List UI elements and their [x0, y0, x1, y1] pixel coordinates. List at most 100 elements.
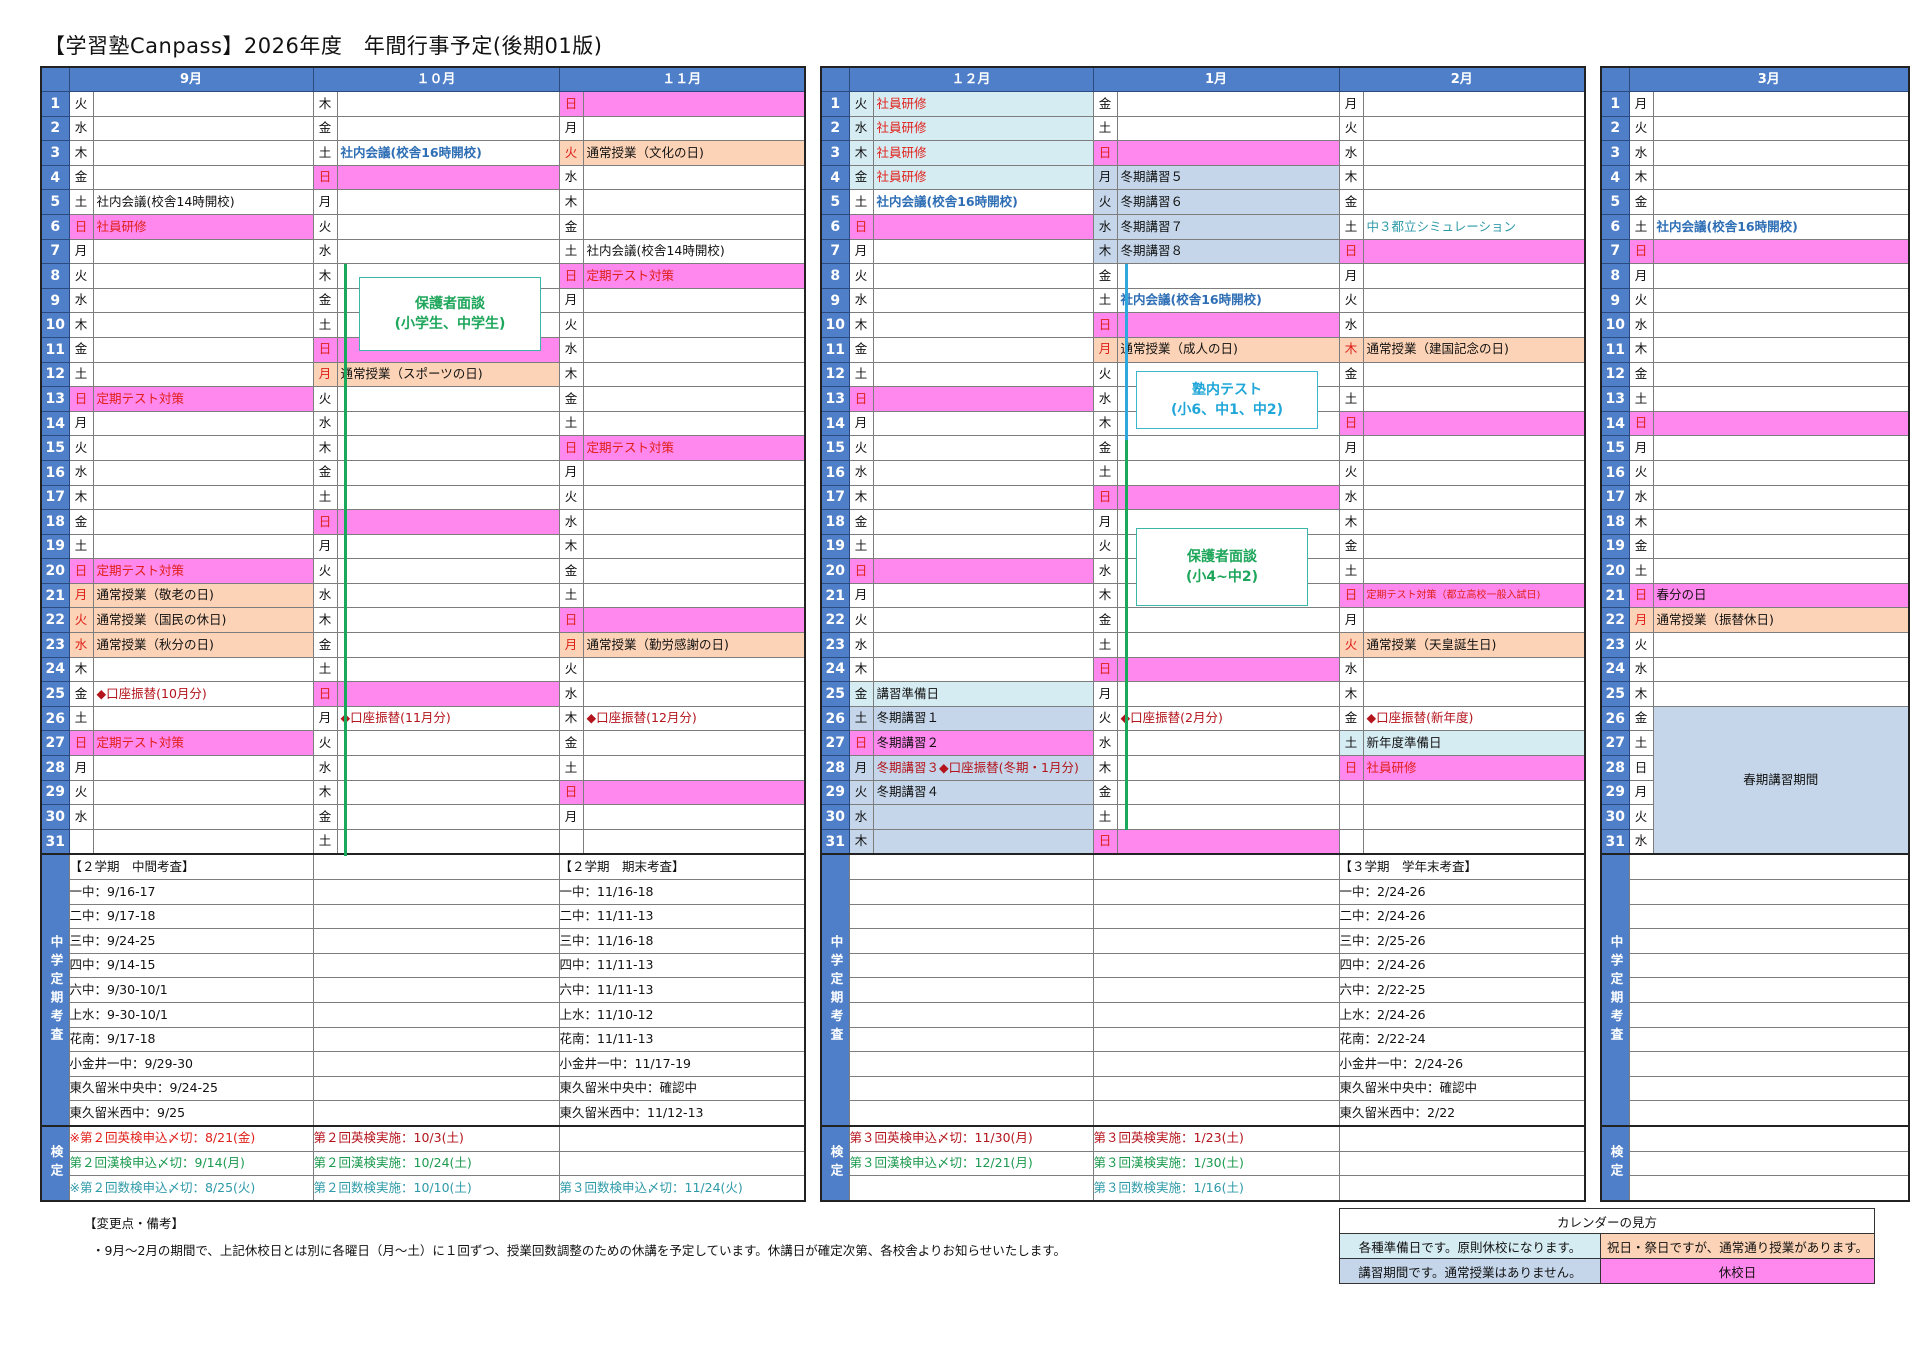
- day-row: 22 火 金 月: [820, 607, 1586, 634]
- weekday-cell: 金: [312, 287, 338, 314]
- exam-schedule-cell: 三中：11/16-18: [558, 928, 806, 954]
- event-cell: 定期テスト対策: [92, 730, 314, 757]
- event-cell: 冬期講習１: [872, 705, 1094, 732]
- event-cell: [1652, 263, 1910, 289]
- day-number: 17: [1600, 484, 1630, 511]
- weekday-cell: 土: [68, 533, 94, 560]
- weekday-cell: 火: [558, 484, 584, 511]
- event-cell: [1652, 558, 1910, 584]
- event-cell: [582, 336, 806, 363]
- exam-schedule-cell: [1092, 879, 1340, 905]
- day-row: 30 水 金 月: [40, 804, 806, 830]
- weekday-cell: 土: [312, 484, 338, 511]
- weekday-cell: 日: [312, 681, 338, 707]
- day-number: 28: [820, 755, 850, 781]
- day-row: 16 火: [1600, 459, 1910, 486]
- event-cell: [336, 164, 560, 191]
- day-number: 24: [820, 656, 850, 683]
- weekday-cell: 月: [1628, 435, 1654, 461]
- day-row: 11 金 月通常授業（成人の日) 木通常授業（建国記念の日): [820, 336, 1586, 363]
- weekday-cell: 月: [1092, 164, 1118, 191]
- weekday-cell: 土: [1092, 287, 1118, 314]
- day-row: 28 月 水 土: [40, 755, 806, 781]
- legend-table: カレンダーの見方 各種準備日です。原則休校になります。 祝日・祭日ですが、通常通…: [1339, 1208, 1875, 1284]
- event-cell: [1116, 681, 1340, 707]
- exam-schedule-cell: [848, 1001, 1094, 1028]
- event-cell: [92, 435, 314, 461]
- event-cell: [336, 730, 560, 757]
- weekday-cell: 水: [1092, 213, 1118, 240]
- event-cell: 通常授業（建国記念の日): [1362, 336, 1586, 363]
- event-cell: [1116, 435, 1340, 461]
- weekday-cell: 金: [1628, 533, 1654, 560]
- event-cell: [1116, 115, 1340, 142]
- event-cell: [1362, 509, 1586, 535]
- day-row: 2 水社員研修土 火: [820, 115, 1586, 142]
- exam-schedule-cell: [1092, 853, 1340, 881]
- day-number: 16: [820, 459, 850, 486]
- spring-course-period: 春期講習期間: [1652, 705, 1910, 855]
- day-row: 14 月 水 土: [40, 410, 806, 437]
- day-number: 19: [1600, 533, 1630, 560]
- event-cell: [336, 755, 560, 781]
- exam-schedule-cell: [312, 1001, 560, 1028]
- event-cell: [582, 164, 806, 191]
- day-row: 22 火通常授業（国民の休日) 木 日: [40, 607, 806, 634]
- event-cell: 定期テスト対策: [92, 386, 314, 412]
- month-header: １０月: [312, 66, 560, 92]
- exam-schedule-cell: 小金井一中：9/29-30: [68, 1051, 314, 1077]
- exam-schedule-cell: [1628, 1001, 1910, 1028]
- event-cell: [872, 459, 1094, 486]
- event-cell: [582, 459, 806, 486]
- weekday-cell: 水: [1628, 656, 1654, 683]
- event-cell: 通常授業（スポーツの日): [336, 361, 560, 388]
- weekday-cell: 火: [848, 435, 874, 461]
- day-number: 19: [40, 533, 70, 560]
- event-cell: [1362, 558, 1586, 584]
- weekday-cell: 火: [1092, 533, 1118, 560]
- event-cell: [872, 263, 1094, 289]
- weekday-cell: 金: [1338, 189, 1364, 215]
- day-number: 14: [820, 410, 850, 437]
- legend-title: カレンダーの見方: [1339, 1208, 1875, 1234]
- event-cell: 定期テスト対策: [582, 435, 806, 461]
- event-cell: [336, 804, 560, 830]
- weekday-cell: 月: [848, 755, 874, 781]
- weekday-cell: 木: [558, 189, 584, 215]
- calendar-panel-3: 3月 1 月 2 火 3 水 4 木 5 金 6 土社内会議(校舎16時開校) 7 日 8 月 9 火 10 水 11 木 1…: [1600, 66, 1911, 1202]
- legend-prep: 各種準備日です。原則休校になります。: [1339, 1233, 1601, 1259]
- day-number: 1: [820, 91, 850, 117]
- event-cell: [1652, 632, 1910, 658]
- event-cell: [582, 287, 806, 314]
- month-header: 3月: [1628, 66, 1910, 92]
- weekday-cell: 土: [1628, 730, 1654, 757]
- weekday-cell: 木: [1628, 681, 1654, 707]
- event-cell: 社員研修: [872, 115, 1094, 142]
- event-cell: [1362, 361, 1586, 388]
- event-cell: ◆口座振替(11月分): [336, 705, 560, 732]
- weekday-cell: 木: [1628, 164, 1654, 191]
- day-row: 6 土社内会議(校舎16時開校): [1600, 213, 1910, 240]
- day-number: 2: [820, 115, 850, 142]
- kentei-label: 検定: [1600, 1124, 1630, 1202]
- weekday-cell: 木: [1092, 238, 1118, 265]
- event-cell: [582, 361, 806, 388]
- day-row: 3 木社員研修日 水: [820, 140, 1586, 166]
- event-cell: 冬期講習７: [1116, 213, 1340, 240]
- weekday-cell: 土: [848, 705, 874, 732]
- day-number: 11: [1600, 336, 1630, 363]
- event-cell: [1652, 681, 1910, 707]
- weekday-cell: 日: [68, 730, 94, 757]
- kentei-cell: 第３回数検申込〆切：11/24(火): [558, 1175, 806, 1202]
- day-number: 30: [1600, 804, 1630, 830]
- day-number: 4: [820, 164, 850, 191]
- day-number: 31: [820, 828, 850, 855]
- kentei-cell: 第３回漢検実施：1/30(土): [1092, 1150, 1340, 1177]
- weekday-cell: 金: [1338, 533, 1364, 560]
- day-row: 14 日: [1600, 410, 1910, 437]
- event-cell: [92, 361, 314, 388]
- event-cell: 冬期講習４: [872, 779, 1094, 806]
- exam-schedule-cell: [848, 879, 1094, 905]
- exam-schedule-cell: [1628, 903, 1910, 930]
- exam-schedule-cell: [1092, 1100, 1340, 1127]
